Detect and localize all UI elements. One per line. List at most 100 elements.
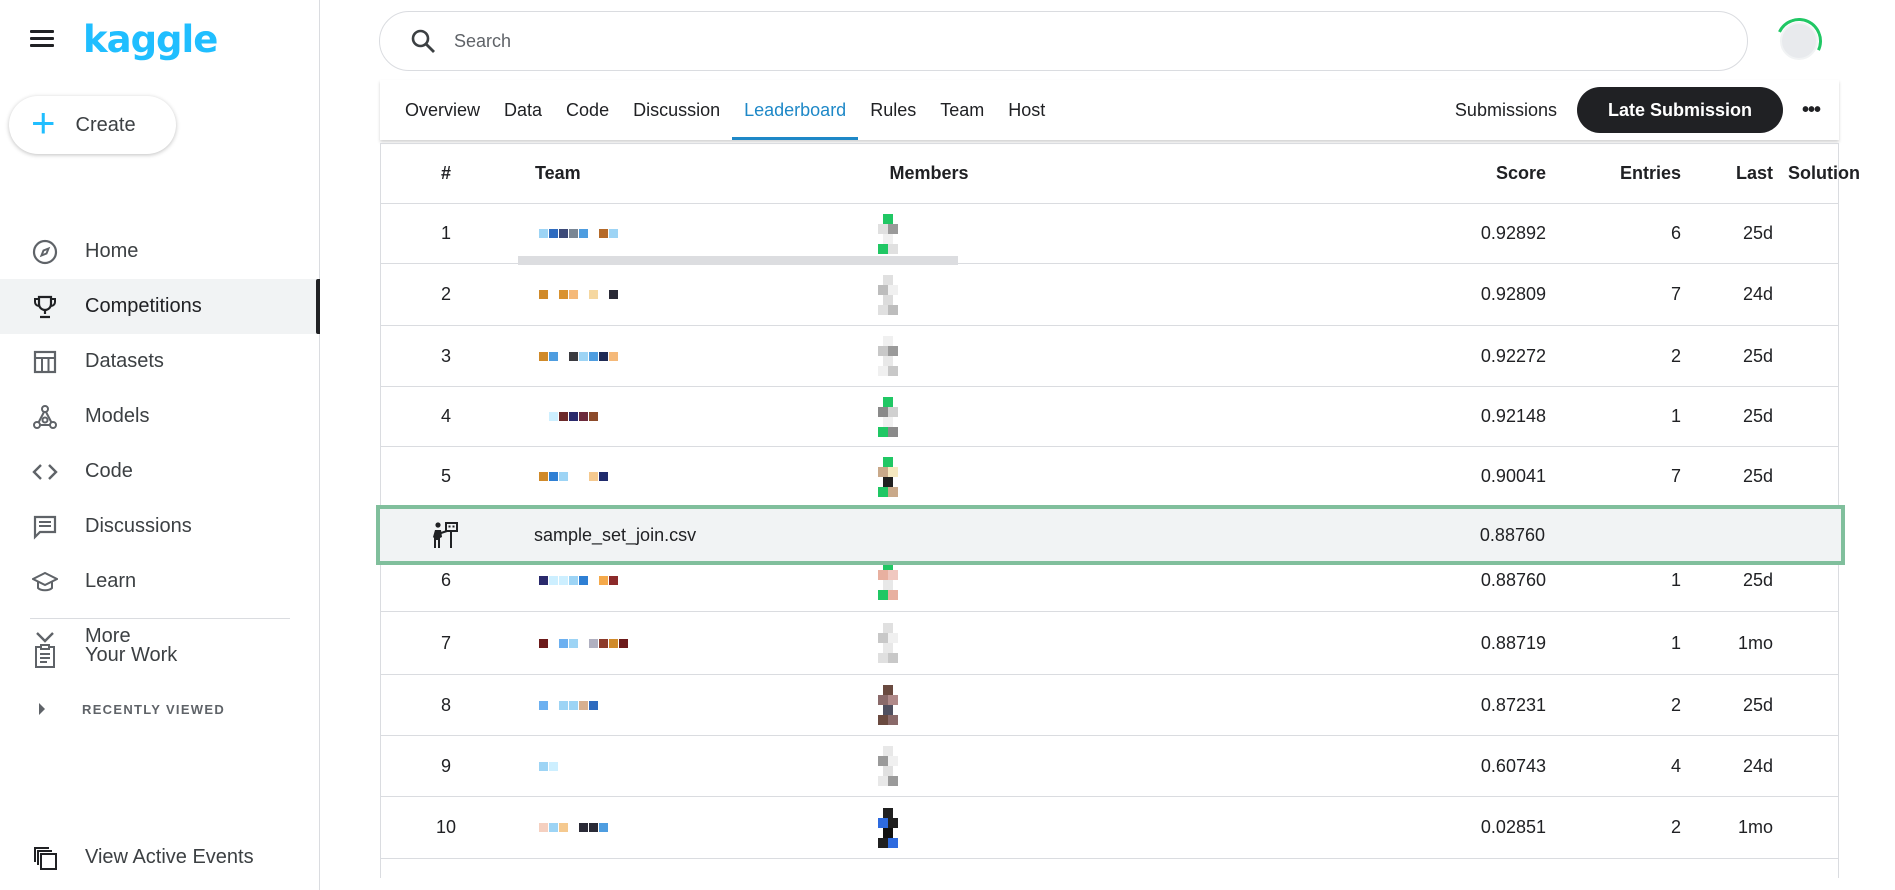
row-score: 0.88719	[1480, 632, 1546, 653]
caret-right-icon	[39, 703, 45, 715]
hamburger-menu-icon[interactable]	[30, 30, 58, 54]
your-submission-row[interactable]: sample_set_join.csv 0.88760	[376, 505, 1845, 565]
sidebar-item-label: Models	[85, 405, 150, 427]
row-score: 0.02851	[1480, 817, 1546, 837]
sidebar-item-discussions[interactable]: Discussions	[0, 499, 320, 554]
header-rank[interactable]: #	[381, 144, 511, 203]
header-score[interactable]: Score	[1396, 144, 1546, 203]
member-avatar-pixelated[interactable]	[869, 797, 959, 858]
submission-filename: sample_set_join.csv	[534, 524, 697, 545]
kaggle-logo[interactable]: kaggle	[83, 18, 218, 61]
trophy-icon	[30, 292, 60, 322]
tab-overview[interactable]: Overview	[393, 80, 492, 140]
row-rank: 3	[440, 345, 451, 366]
row-last: 25d	[1742, 223, 1773, 243]
sidebar-your-work: Your Work	[0, 628, 320, 683]
sidebar-divider	[30, 618, 290, 619]
sidebar-item-competitions[interactable]: Competitions	[0, 279, 320, 334]
leaderboard-row[interactable]: 1 0.92892 6 25d	[381, 204, 1838, 264]
sidebar-item-label: Datasets	[85, 350, 164, 372]
leaderboard-row[interactable]: 8 0.87231 2 25d	[381, 675, 1838, 736]
avatar	[869, 685, 899, 725]
row-score: 0.60743	[1480, 755, 1546, 776]
compass-icon	[30, 237, 60, 267]
leaderboard-row[interactable]: 7 0.88719 1 1mo	[381, 612, 1838, 675]
view-active-events-label: View Active Events	[85, 846, 254, 868]
header-last[interactable]: Last	[1681, 144, 1773, 203]
header-solution: Solution	[1788, 163, 1860, 183]
sidebar-item-label: Competitions	[85, 295, 202, 317]
sidebar-item-datasets[interactable]: Datasets	[0, 334, 320, 389]
search-bar	[379, 11, 1748, 71]
row-last: 1mo	[1737, 817, 1773, 837]
models-icon	[30, 402, 60, 432]
row-last: 25d	[1742, 694, 1773, 715]
leaderboard-row[interactable]: 10 0.02851 2 1mo	[381, 797, 1838, 859]
avatar	[869, 213, 899, 254]
recently-viewed-toggle[interactable]: RECENTLY VIEWED	[0, 695, 225, 723]
avatar	[869, 336, 899, 376]
row-last: 24d	[1742, 755, 1773, 776]
member-avatar-pixelated[interactable]	[869, 387, 959, 446]
sidebar-item-label: Your Work	[85, 644, 178, 666]
member-avatar-pixelated[interactable]	[869, 675, 959, 735]
clipboard-icon	[30, 641, 60, 671]
tab-rules[interactable]: Rules	[858, 80, 928, 140]
member-avatar-pixelated[interactable]	[869, 326, 959, 386]
sidebar-item-models[interactable]: Models	[0, 389, 320, 444]
member-avatar-pixelated[interactable]	[869, 447, 959, 506]
row-last: 25d	[1742, 345, 1773, 366]
sidebar-item-label: Learn	[85, 570, 137, 592]
more-options-icon[interactable]: •••	[1791, 99, 1831, 122]
leaderboard-row[interactable]: 5 0.90041 7 25d	[381, 447, 1838, 507]
tab-host[interactable]: Host	[996, 80, 1057, 140]
search-input[interactable]	[454, 30, 1454, 52]
member-avatar-pixelated[interactable]	[869, 264, 959, 325]
search-icon	[411, 29, 435, 53]
leaderboard-row[interactable]: 4 0.92148 1 25d	[381, 387, 1838, 447]
avatar	[869, 623, 899, 663]
leaderboard-row[interactable]: 2 0.92809 7 24d	[381, 264, 1838, 326]
discussion-icon	[30, 512, 60, 542]
row-score: 0.92272	[1480, 345, 1546, 366]
sidebar-item-label: Code	[85, 460, 133, 482]
member-avatar-pixelated[interactable]	[869, 612, 959, 674]
row-rank: 2	[440, 284, 451, 304]
member-avatar-pixelated[interactable]	[869, 204, 959, 263]
tab-team[interactable]: Team	[928, 80, 996, 140]
create-button[interactable]: + Create	[9, 96, 176, 154]
user-avatar[interactable]	[1780, 22, 1818, 60]
tab-leaderboard[interactable]: Leaderboard	[732, 80, 859, 140]
avatar	[869, 746, 899, 786]
code-icon	[30, 457, 60, 487]
sidebar-item-code[interactable]: Code	[0, 444, 320, 499]
row-rank: 1	[440, 223, 451, 243]
tab-discussion[interactable]: Discussion	[621, 80, 732, 140]
sidebar-item-home[interactable]: Home	[0, 224, 320, 279]
plus-icon: +	[31, 99, 56, 146]
leaderboard-row[interactable]: 3 0.92272 2 25d	[381, 326, 1838, 387]
submissions-link[interactable]: Submissions	[1455, 100, 1557, 121]
row-last: 24d	[1742, 284, 1773, 304]
sidebar-item-learn[interactable]: Learn	[0, 554, 320, 609]
row-rank: 10	[435, 817, 457, 837]
row-entries: 1	[1670, 632, 1681, 653]
sidebar-item-your-work[interactable]: Your Work	[0, 628, 320, 683]
late-submission-button[interactable]: Late Submission	[1576, 87, 1783, 133]
sidebar-view-events: View Active Events	[0, 830, 320, 885]
view-active-events-link[interactable]: View Active Events	[0, 830, 320, 885]
member-avatar-pixelated[interactable]	[869, 736, 959, 796]
leaderboard-row[interactable]: 9 0.60743 4 24d	[381, 736, 1838, 797]
sidebar-item-label: Home	[85, 240, 139, 262]
header-team[interactable]: Team	[535, 144, 581, 203]
row-score: 0.92892	[1480, 223, 1546, 243]
tab-data[interactable]: Data	[492, 80, 554, 140]
events-icon	[30, 843, 60, 873]
tab-code[interactable]: Code	[554, 80, 621, 140]
row-entries: 1	[1670, 406, 1681, 426]
recently-viewed-label: RECENTLY VIEWED	[82, 701, 226, 717]
leaderboard-header: # Team Members Score Entries Last Soluti…	[381, 144, 1860, 204]
row-score: 0.92809	[1480, 284, 1546, 304]
submission-score: 0.88760	[1479, 524, 1545, 545]
header-entries[interactable]: Entries	[1551, 144, 1681, 203]
